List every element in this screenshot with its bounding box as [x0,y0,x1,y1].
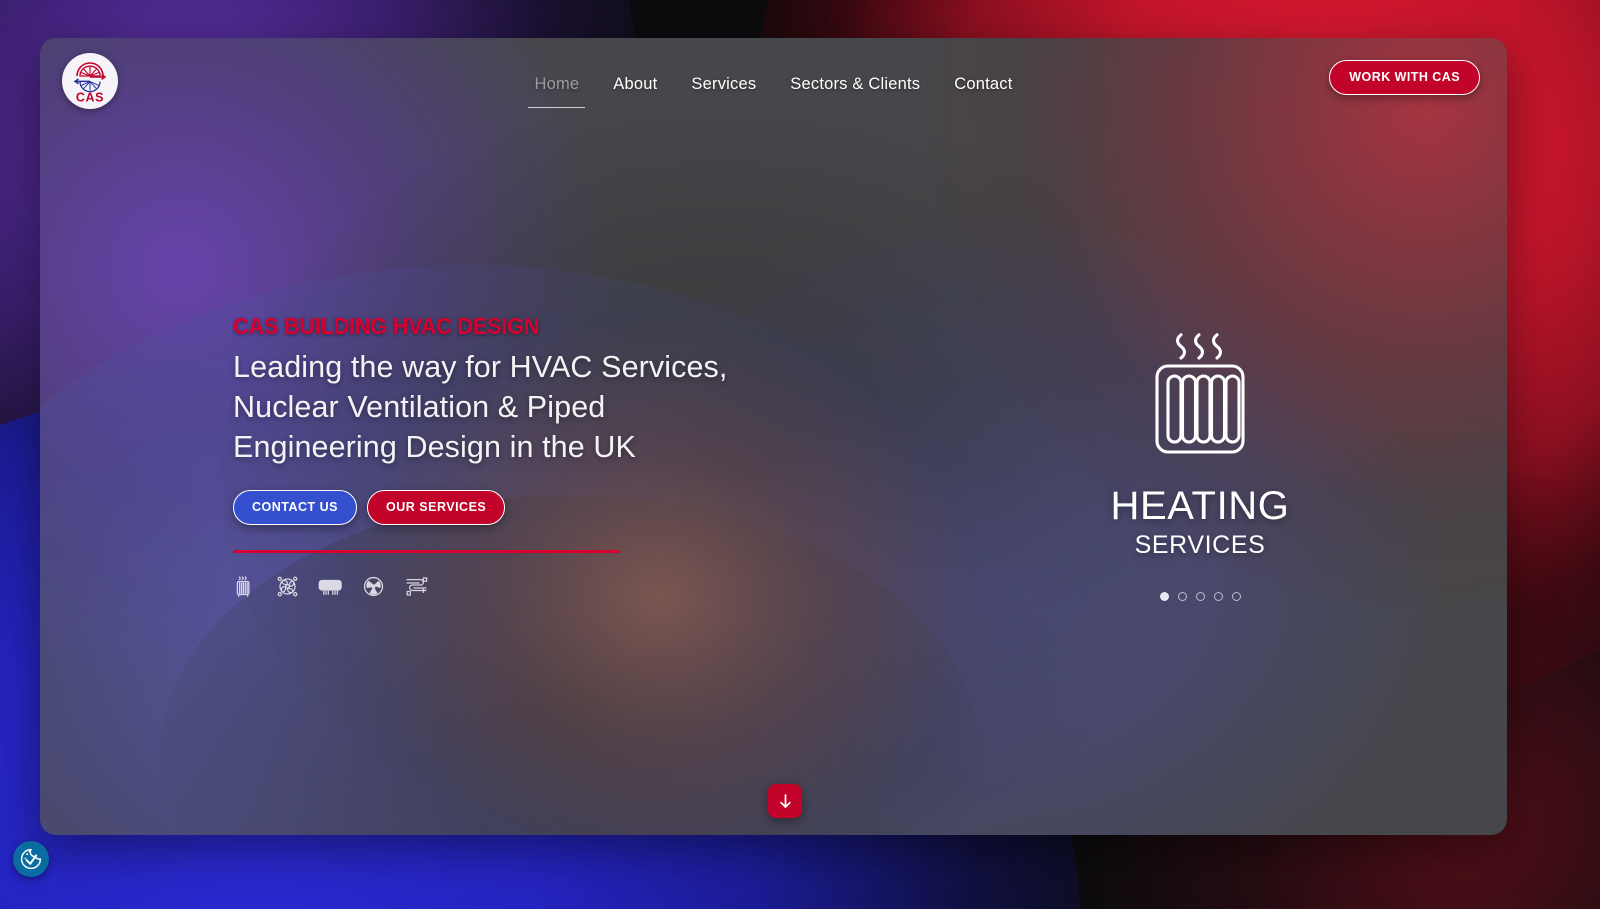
air-conditioner-icon[interactable] [317,573,344,605]
radiator-icon[interactable] [233,574,258,604]
hero-eyebrow: CAS BUILDING HVAC DESIGN [233,313,540,339]
carousel-dot-2[interactable] [1177,592,1187,602]
scroll-down-button[interactable] [768,784,802,818]
nav-item-sectors-clients[interactable]: Sectors & Clients [773,66,937,108]
accessibility-widget-button[interactable] [13,841,49,877]
arrow-down-icon [779,794,791,808]
radiator-heat-icon [1152,328,1248,461]
carousel-dot-5[interactable] [1231,592,1241,602]
work-with-cas-button[interactable]: WORK WITH CAS [1329,60,1480,95]
hero-card: CAS Home About Services Sectors & Client… [40,38,1507,835]
slide-subtitle: SERVICES [1134,531,1266,560]
carousel-dot-4[interactable] [1213,592,1223,602]
site-header: CAS Home About Services Sectors & Client… [40,38,1507,168]
hero-cta-row: CONTACT US OUR SERVICES [233,490,853,525]
nav-item-label: Contact [954,75,1013,93]
piping-icon[interactable] [403,574,430,604]
main-nav: Home About Services Sectors & Clients Co… [40,66,1507,108]
nav-item-label: Services [691,75,757,93]
nav-item-label: About [613,75,658,93]
nav-item-about[interactable]: About [596,66,674,108]
nav-item-label: Home [534,75,580,93]
service-icon-row [233,573,853,605]
nuclear-icon[interactable] [361,574,386,604]
nav-item-label: Sectors & Clients [790,75,921,93]
cookie-check-icon [20,848,42,870]
contact-us-button[interactable]: CONTACT US [233,490,358,525]
nav-item-contact[interactable]: Contact [937,66,1029,108]
hero-headline: Leading the way for HVAC Services, Nucle… [233,350,728,464]
our-services-button[interactable]: OUR SERVICES [367,490,506,525]
carousel-dots [1159,592,1241,602]
carousel-dot-3[interactable] [1195,592,1205,602]
fan-icon[interactable] [275,574,300,604]
hero-slide: HEATING SERVICES [1000,328,1400,602]
carousel-dot-1[interactable] [1159,592,1169,602]
nav-item-home[interactable]: Home [517,66,596,108]
red-divider [233,550,620,553]
hero-left-content: CAS BUILDING HVAC DESIGN Leading the way… [233,313,853,605]
slide-title: HEATING [1110,484,1290,528]
nav-item-services[interactable]: Services [674,66,773,108]
